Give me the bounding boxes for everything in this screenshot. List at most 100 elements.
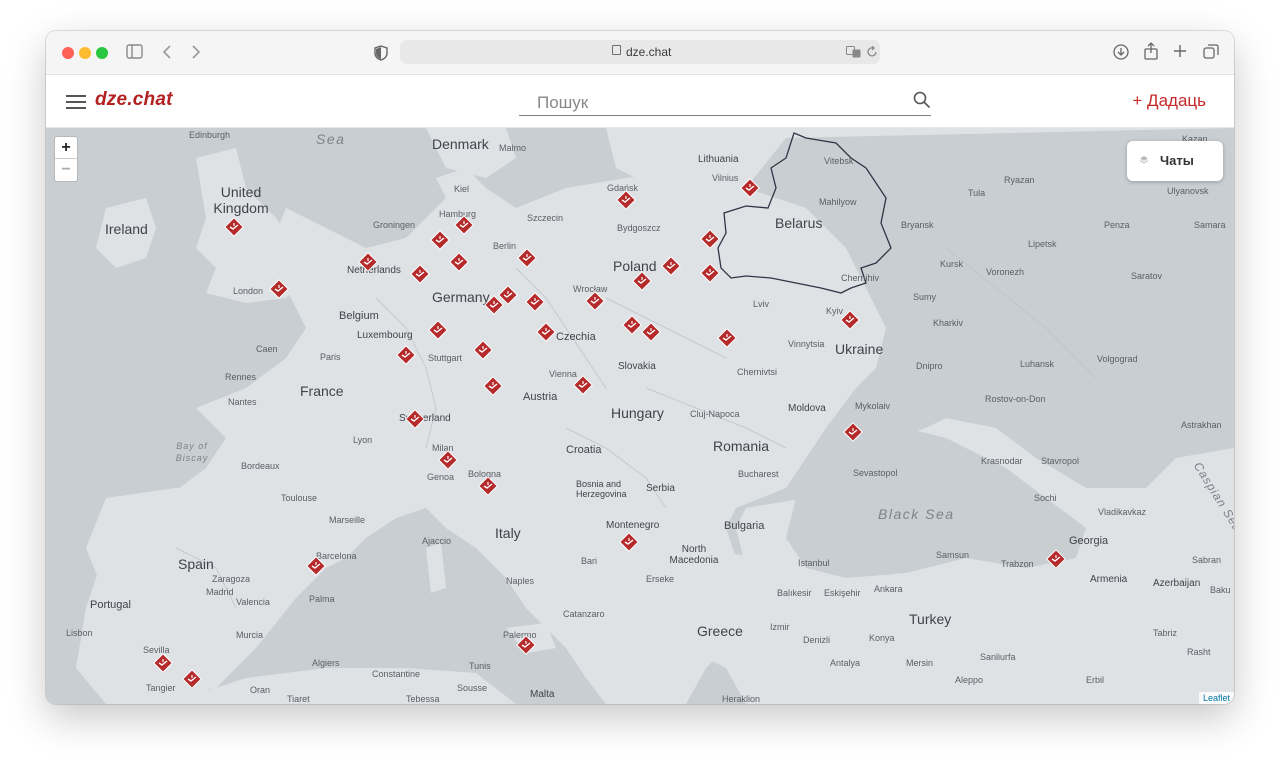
chat-marker[interactable]	[428, 320, 448, 340]
chat-marker[interactable]	[153, 653, 173, 673]
chat-marker[interactable]	[740, 178, 760, 198]
chat-marker[interactable]	[585, 291, 605, 311]
chat-marker[interactable]	[269, 279, 289, 299]
minimize-window-button[interactable]	[79, 47, 91, 59]
country-label: Portugal	[90, 599, 131, 611]
chat-marker-icon	[717, 328, 737, 348]
country-label: Bosnia and Herzegovina	[576, 479, 627, 499]
chat-marker[interactable]	[573, 375, 593, 395]
chat-marker[interactable]	[517, 248, 537, 268]
country-label: Belarus	[775, 215, 823, 231]
city-label: Zaragoza	[212, 574, 251, 584]
chat-marker[interactable]	[430, 230, 450, 250]
menu-icon[interactable]	[66, 95, 86, 109]
city-label: Stuttgart	[428, 353, 463, 363]
country-label: Ukraine	[835, 341, 884, 357]
city-label: Malta	[530, 689, 555, 700]
zoom-out-button[interactable]: −	[55, 159, 77, 181]
privacy-shield-icon[interactable]	[374, 45, 388, 61]
share-icon[interactable]	[1143, 42, 1159, 60]
chat-marker[interactable]	[396, 345, 416, 365]
chat-marker[interactable]	[473, 340, 493, 360]
chat-marker-icon	[641, 322, 661, 342]
search-input[interactable]	[535, 91, 899, 115]
chat-marker-icon	[616, 190, 636, 210]
zoom-in-button[interactable]: +	[55, 137, 77, 159]
browser-window: dze.chat dze.chat Пошук + Дадаць Denmark…	[46, 31, 1234, 704]
search-icon[interactable]	[913, 91, 931, 109]
forward-icon[interactable]	[191, 45, 201, 59]
chat-marker-icon	[438, 450, 458, 470]
country-label: Serbia	[646, 483, 675, 494]
chat-marker[interactable]	[536, 322, 556, 342]
city-label: Eskişehir	[824, 588, 861, 598]
chat-marker[interactable]	[843, 422, 863, 442]
city-label: Mykolaiv	[855, 401, 891, 411]
chat-marker[interactable]	[700, 229, 720, 249]
city-label: Baku	[1210, 585, 1231, 595]
city-label: Ajaccio	[422, 536, 452, 546]
chat-marker-icon	[224, 217, 244, 237]
city-label: Krasnodar	[981, 456, 1023, 466]
chat-marker[interactable]	[478, 476, 498, 496]
chat-marker[interactable]	[484, 295, 504, 315]
chat-marker[interactable]	[641, 322, 661, 342]
translate-icon[interactable]	[846, 46, 862, 58]
chat-marker[interactable]	[717, 328, 737, 348]
chat-marker-icon	[517, 248, 537, 268]
chat-marker[interactable]	[483, 376, 503, 396]
chat-marker[interactable]	[516, 635, 536, 655]
tab-overview-icon[interactable]	[1203, 44, 1219, 60]
chat-marker[interactable]	[358, 252, 378, 272]
chat-marker-icon	[153, 653, 173, 673]
city-label: Sumy	[913, 292, 937, 302]
chat-marker[interactable]	[449, 252, 469, 272]
city-label: Erbil	[1086, 675, 1105, 685]
downloads-icon[interactable]	[1113, 44, 1129, 60]
country-label: United Kingdom	[213, 184, 269, 216]
map[interactable]: Denmark Lithuania United Kingdom Ireland…	[46, 128, 1234, 704]
chat-marker[interactable]	[454, 215, 474, 235]
map-attribution[interactable]: Leaflet	[1198, 692, 1234, 704]
chat-marker-icon	[449, 252, 469, 272]
city-label: Tebessa	[406, 694, 440, 704]
city-label: Kursk	[940, 259, 964, 269]
chat-marker[interactable]	[182, 669, 202, 689]
chat-marker[interactable]	[619, 532, 639, 552]
chat-marker[interactable]	[700, 263, 720, 283]
back-icon[interactable]	[162, 45, 172, 59]
city-label: Bordeaux	[241, 461, 280, 471]
chat-marker[interactable]	[306, 556, 326, 576]
chat-marker-icon	[428, 320, 448, 340]
city-label: Vilnius	[712, 173, 739, 183]
city-label: Lviv	[753, 299, 770, 309]
brand-logo[interactable]: dze.chat	[95, 89, 173, 111]
new-tab-icon[interactable]	[1173, 44, 1187, 58]
chat-marker[interactable]	[1046, 549, 1066, 569]
city-label: Luhansk	[1020, 359, 1055, 369]
city-label: Tunis	[469, 661, 491, 671]
add-chat-button[interactable]: + Дадаць	[1132, 91, 1206, 111]
chat-marker[interactable]	[632, 271, 652, 291]
city-label: Tula	[968, 188, 986, 198]
chat-marker[interactable]	[410, 264, 430, 284]
chat-marker[interactable]	[840, 310, 860, 330]
layers-control[interactable]: Чаты	[1127, 141, 1223, 181]
chat-marker[interactable]	[616, 190, 636, 210]
sidebar-toggle-icon[interactable]	[126, 44, 143, 59]
close-window-button[interactable]	[62, 47, 74, 59]
maximize-window-button[interactable]	[96, 47, 108, 59]
chat-marker-icon	[306, 556, 326, 576]
city-label: Chernivtsi	[737, 367, 778, 377]
chat-marker[interactable]	[405, 409, 425, 429]
reload-icon[interactable]	[866, 46, 878, 58]
chat-marker[interactable]	[224, 217, 244, 237]
city-label: Palma	[309, 594, 335, 604]
address-bar[interactable]: dze.chat	[400, 40, 880, 64]
chat-marker[interactable]	[438, 450, 458, 470]
chat-marker[interactable]	[525, 292, 545, 312]
country-label: Luxembourg	[357, 330, 413, 341]
chat-marker[interactable]	[661, 256, 681, 276]
chat-marker-icon	[269, 279, 289, 299]
chat-marker[interactable]	[622, 315, 642, 335]
